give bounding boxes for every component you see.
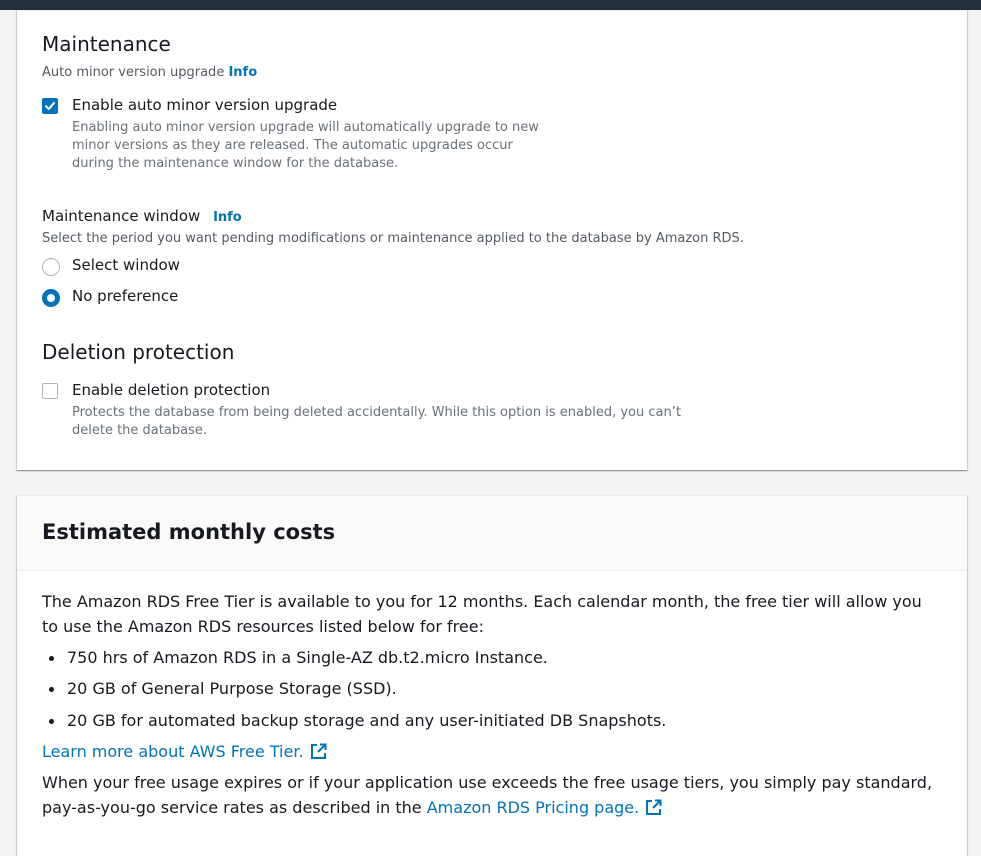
top-navigation-bar: [0, 0, 981, 10]
maintenance-window-description: Select the period you want pending modif…: [42, 231, 744, 246]
auto-upgrade-info-link[interactable]: Info: [228, 65, 257, 80]
maintenance-window-label-row: Maintenance window Info: [42, 207, 242, 225]
estimated-costs-panel: Estimated monthly costs The Amazon RDS F…: [17, 495, 967, 856]
no-preference-label[interactable]: No preference: [72, 287, 178, 305]
free-tier-bullet-3: 20 GB for automated backup storage and a…: [67, 711, 667, 730]
enable-deletion-protection-label[interactable]: Enable deletion protection: [72, 381, 270, 399]
bullet-marker: [49, 719, 54, 724]
learn-more-free-tier-link[interactable]: Learn more about AWS Free Tier.: [42, 742, 304, 761]
enable-deletion-protection-checkbox[interactable]: [42, 383, 58, 399]
costs-panel-header: Estimated monthly costs: [17, 496, 967, 571]
maintenance-window-info-link[interactable]: Info: [213, 210, 242, 225]
footer-paragraph: When your free usage expires or if your …: [42, 770, 942, 820]
maintenance-heading: Maintenance: [42, 32, 171, 56]
free-tier-bullet-1: 750 hrs of Amazon RDS in a Single-AZ db.…: [67, 648, 548, 667]
rds-pricing-link[interactable]: Amazon RDS Pricing page.: [427, 798, 640, 817]
deletion-protection-heading: Deletion protection: [42, 340, 235, 364]
external-link-icon[interactable]: [645, 799, 662, 816]
no-preference-radio[interactable]: [42, 289, 60, 307]
auto-upgrade-sublabel: Auto minor version upgrade Info: [42, 65, 257, 80]
bullet-marker: [49, 687, 54, 692]
free-tier-bullet-2: 20 GB of General Purpose Storage (SSD).: [67, 679, 397, 698]
enable-auto-upgrade-checkbox[interactable]: [42, 98, 58, 114]
additional-configuration-panel: Maintenance Auto minor version upgrade I…: [17, 10, 967, 470]
external-link-icon[interactable]: [310, 743, 327, 760]
deletion-protection-description: Protects the database from being deleted…: [72, 405, 681, 438]
auto-upgrade-label: Auto minor version upgrade: [42, 65, 225, 80]
costs-heading: Estimated monthly costs: [42, 520, 336, 544]
learn-more-row: Learn more about AWS Free Tier.: [42, 739, 327, 764]
maintenance-window-label: Maintenance window: [42, 207, 201, 225]
bullet-marker: [49, 656, 54, 661]
free-tier-intro: The Amazon RDS Free Tier is available to…: [42, 592, 922, 636]
select-window-label[interactable]: Select window: [72, 256, 180, 274]
enable-auto-upgrade-label[interactable]: Enable auto minor version upgrade: [72, 96, 337, 114]
checkmark-icon: [45, 102, 55, 110]
select-window-radio[interactable]: [42, 258, 60, 276]
enable-auto-upgrade-description: Enabling auto minor version upgrade will…: [72, 120, 539, 171]
